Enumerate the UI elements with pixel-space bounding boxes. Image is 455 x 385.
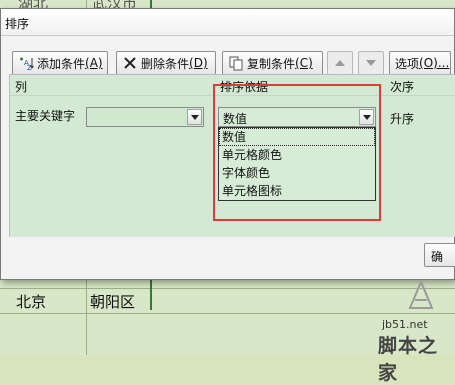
dialog-titlebar[interactable]: 排序 [1, 9, 454, 36]
column-select-dropdown-button[interactable] [187, 109, 202, 125]
add-condition-icon: A Z [18, 55, 34, 72]
primary-key-label: 主要关键字 [15, 109, 76, 123]
delete-condition-shortcut: (D) [189, 56, 208, 70]
move-down-button[interactable] [358, 51, 384, 75]
watermark-site: jb51.net [382, 318, 428, 331]
move-up-icon [335, 60, 345, 66]
order-select-value[interactable]: 升序 [390, 110, 414, 127]
chevron-down-icon [190, 114, 199, 120]
copy-condition-button[interactable]: 复制条件 (C) [222, 51, 323, 75]
add-condition-label: 添加条件 [37, 56, 86, 71]
options-shortcut: (O)... [419, 56, 450, 70]
move-down-icon [366, 60, 376, 66]
column-header: 列 [15, 80, 28, 94]
delete-condition-label: 删除条件 [141, 56, 190, 71]
row-divider [0, 313, 455, 314]
sheet-cell-district[interactable]: 朝阳区 [90, 291, 135, 312]
watermark-logo-icon [404, 278, 438, 312]
move-up-button[interactable] [327, 51, 353, 75]
options-button[interactable]: 选项 (O)... [389, 51, 451, 75]
add-condition-shortcut: (A) [85, 56, 103, 70]
ok-button[interactable]: 确 [424, 243, 455, 267]
row-divider [0, 288, 455, 289]
order-header: 次序 [390, 80, 415, 94]
copy-condition-shortcut: (C) [295, 56, 313, 70]
column-select[interactable] [86, 107, 204, 127]
ok-label: 确 [431, 250, 444, 264]
options-label: 选项 [395, 56, 420, 71]
copy-icon [228, 55, 244, 71]
add-condition-button[interactable]: A Z 添加条件 (A) [12, 51, 108, 75]
dialog-title: 排序 [5, 17, 30, 31]
close-icon [122, 55, 138, 71]
sheet-cell-city[interactable]: 北京 [16, 291, 46, 312]
annotation-highlight [213, 84, 381, 221]
delete-condition-button[interactable]: 删除条件 (D) [116, 51, 216, 75]
copy-condition-label: 复制条件 [247, 56, 296, 71]
watermark-name: 脚本之家 [378, 335, 439, 384]
